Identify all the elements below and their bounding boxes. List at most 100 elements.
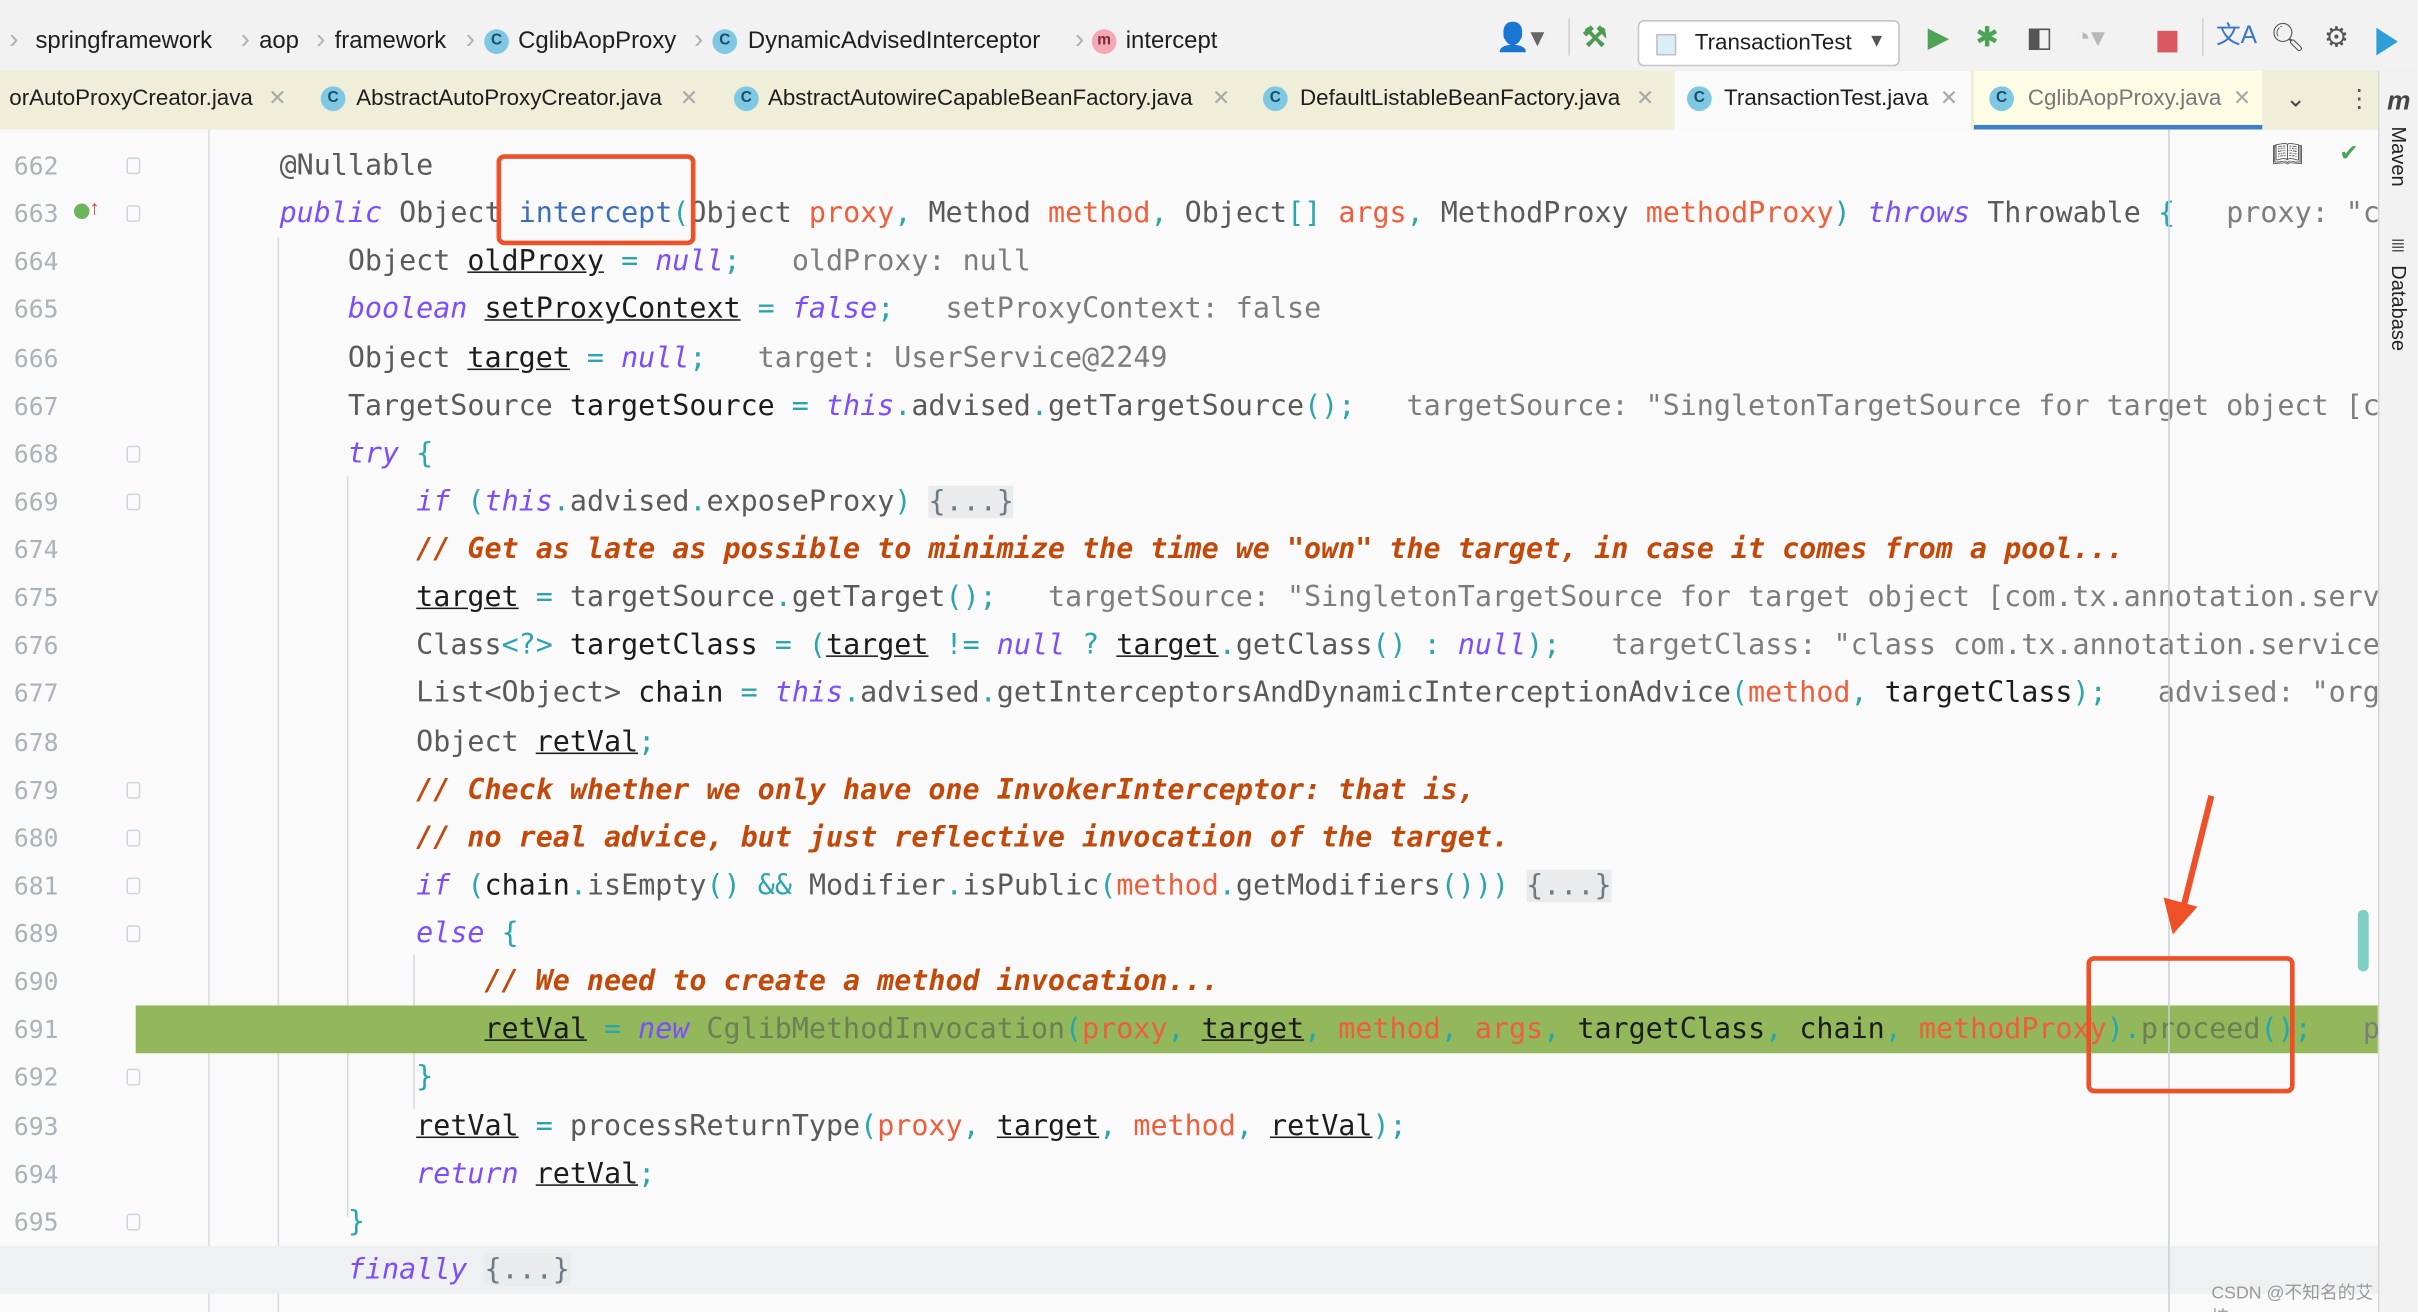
close-icon[interactable]: ✕ xyxy=(1212,85,1230,111)
run-configuration-select[interactable]: TransactionTest ▼ xyxy=(1637,20,1900,67)
code-line[interactable]: // We need to create a method invocation… xyxy=(0,958,2378,1006)
run-icon[interactable]: ▶ xyxy=(1928,22,1949,53)
search-icon[interactable]: 🔍︎ xyxy=(2270,22,2305,53)
class-icon: C xyxy=(1989,86,2014,112)
close-icon[interactable]: ✕ xyxy=(1636,85,1654,111)
code-text: Object target = null; target: UserServic… xyxy=(211,334,1168,382)
code-line[interactable]: Class<?> targetClass = (target != null ?… xyxy=(0,622,2378,670)
database-tool-button[interactable]: Database xyxy=(2387,265,2410,351)
code-line[interactable]: TargetSource targetSource = this.advised… xyxy=(0,382,2378,430)
logo-icon xyxy=(2376,27,2398,56)
breadcrumb-separator: › xyxy=(1074,23,1085,54)
code-token: false xyxy=(791,293,878,326)
code-line[interactable]: else { xyxy=(0,910,2378,958)
tab-default-listable-bean-factory[interactable]: C DefaultListableBeanFactory.java ✕ xyxy=(1252,71,1668,130)
tab-auto-proxy-creator[interactable]: orAutoProxyCreator.java ✕ xyxy=(0,71,301,130)
code-line[interactable]: List<Object> chain = this.advised.getInt… xyxy=(0,670,2378,718)
code-token: . xyxy=(1218,629,1236,663)
code-token: method xyxy=(1748,677,1851,711)
breadcrumb-item[interactable]: CglibAopProxy xyxy=(518,28,676,56)
code-text: else { xyxy=(211,910,518,958)
code-line[interactable]: target = targetSource.getTarget(); targe… xyxy=(0,574,2378,622)
maven-tool-button[interactable]: Maven xyxy=(2387,126,2410,186)
code-line[interactable]: public Object intercept(Object proxy, Me… xyxy=(0,190,2378,238)
tab-abstract-auto-proxy-creator[interactable]: C AbstractAutoProxyCreator.java ✕ xyxy=(308,71,712,130)
breadcrumb-item[interactable]: springframework xyxy=(35,28,212,56)
code-line[interactable]: } xyxy=(0,1198,2378,1246)
code-line[interactable]: retVal = processReturnType(proxy, target… xyxy=(0,1102,2378,1150)
code-token: , xyxy=(1304,1013,1339,1047)
folded-code-region[interactable]: {...} xyxy=(484,1253,570,1287)
code-line[interactable]: // Check whether we only have one Invoke… xyxy=(0,766,2378,814)
folded-code-region[interactable]: {...} xyxy=(1526,869,1612,903)
code-token: getTarget xyxy=(791,581,946,614)
code-line[interactable]: if (chain.isEmpty() && Modifier.isPublic… xyxy=(0,862,2378,910)
tab-label: CglibAopProxy.java xyxy=(2027,86,2222,112)
code-line[interactable]: // Get as late as possible to minimize t… xyxy=(0,526,2378,574)
code-line[interactable]: Object oldProxy = null; oldProxy: null xyxy=(0,238,2378,286)
code-token: CglibMethodInvocation xyxy=(689,1013,1066,1047)
code-line[interactable]: // no real advice, but just reflective i… xyxy=(0,814,2378,862)
code-token: , xyxy=(1765,1013,1800,1047)
debug-inline-value: targetSource: "SingletonTargetSource for… xyxy=(996,581,2378,614)
code-editor[interactable]: 662 663 ↑ 664 665 666 667 668 669 674 675 676 677 678… xyxy=(0,129,2378,1312)
coverage-icon[interactable]: ◧ xyxy=(2026,22,2052,53)
close-icon[interactable]: ✕ xyxy=(1940,85,1958,111)
code-line[interactable]: boolean setProxyContext = false; setProx… xyxy=(0,286,2378,334)
code-line[interactable]: retVal = new CglibMethodInvocation(proxy… xyxy=(135,1005,2378,1054)
user-icon[interactable]: 👤▾ xyxy=(1496,22,1545,53)
code-token: target xyxy=(467,341,570,374)
code-token: if xyxy=(416,869,451,903)
stop-icon[interactable] xyxy=(2157,30,2178,53)
breadcrumb-item[interactable]: aop xyxy=(259,28,299,56)
close-icon[interactable]: ✕ xyxy=(680,85,698,111)
translate-icon[interactable]: 文A xyxy=(2216,22,2257,53)
debug-icon[interactable]: ✱ xyxy=(1975,22,1998,53)
code-token: retVal xyxy=(535,1157,639,1191)
code-token: Object xyxy=(689,197,809,230)
code-line[interactable]: return retVal; xyxy=(0,1150,2378,1198)
breadcrumb-item[interactable]: DynamicAdvisedInterceptor xyxy=(748,28,1040,56)
code-token: this xyxy=(825,389,895,422)
close-icon[interactable]: ✕ xyxy=(268,85,286,111)
breadcrumb-separator: › xyxy=(9,23,19,54)
gear-icon[interactable]: ⚙ xyxy=(2324,22,2349,53)
chevron-down-icon[interactable]: ⌄ xyxy=(2285,83,2306,114)
code-token: target xyxy=(1201,1013,1305,1047)
hammer-icon[interactable]: ⚒ xyxy=(1582,22,1607,53)
code-line[interactable]: try { xyxy=(0,430,2378,478)
code-line[interactable]: Object retVal; xyxy=(0,718,2378,766)
folded-code-region[interactable]: {...} xyxy=(928,485,1014,518)
code-token: target xyxy=(1116,629,1219,663)
code-token: else xyxy=(416,917,485,951)
code-text: Class<?> targetClass = (target != null ?… xyxy=(211,622,2378,670)
code-token: () : xyxy=(1372,629,1458,663)
close-icon[interactable]: ✕ xyxy=(2233,85,2251,111)
more-icon[interactable]: ⋮ xyxy=(2347,83,2372,114)
line-number: 691 xyxy=(13,1015,59,1045)
code-line[interactable]: @Nullable xyxy=(0,142,2378,190)
code-token: = xyxy=(603,245,656,278)
tab-cglib-aop-proxy[interactable]: C CglibAopProxy.java ✕ xyxy=(1973,70,2263,130)
reader-mode-icon[interactable]: 📖︎ xyxy=(2271,139,2302,170)
code-token: getModifiers xyxy=(1235,869,1441,903)
code-line[interactable]: Object target = null; target: UserServic… xyxy=(0,334,2378,382)
scrollbar-marker[interactable] xyxy=(2357,909,2369,972)
breadcrumb-item[interactable]: intercept xyxy=(1126,28,1218,56)
tab-transaction-test[interactable]: C TransactionTest.java ✕ xyxy=(1674,70,1971,130)
tab-abstract-autowire-capable-bean-factory[interactable]: C AbstractAutowireCapableBeanFactory.jav… xyxy=(722,71,1246,130)
code-line[interactable]: } xyxy=(0,1054,2378,1102)
code-token: . xyxy=(843,677,861,711)
code-token: <?> xyxy=(501,629,553,663)
code-token: proxy xyxy=(1082,1013,1168,1047)
code-line[interactable]: finally {...} xyxy=(0,1245,2378,1294)
profile-icon[interactable]: ◔▾ xyxy=(2074,22,2105,53)
code-line[interactable]: if (this.advised.exposeProxy) {...} xyxy=(0,478,2378,526)
code-token: isPublic xyxy=(962,869,1100,903)
breadcrumb-item[interactable]: framework xyxy=(335,28,447,56)
